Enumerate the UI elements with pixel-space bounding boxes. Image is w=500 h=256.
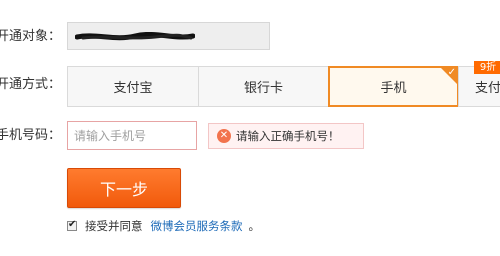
tab-mobile-label: 手机	[380, 81, 407, 96]
payment-method-tabs: 支付宝 银行卡 手机 ✓ 支付	[67, 66, 500, 107]
target-account-field	[67, 22, 270, 50]
phone-input[interactable]	[67, 121, 197, 150]
tab-alipay-label: 支付宝	[113, 81, 153, 96]
checkbox-check-icon: ✔	[68, 219, 77, 230]
agree-period: 。	[248, 219, 261, 233]
redacted-scribble	[75, 32, 195, 41]
tab-bank-card[interactable]: 银行卡	[198, 66, 329, 107]
error-message: 请输入正确手机号！	[236, 129, 340, 143]
agree-checkbox[interactable]: ✔	[67, 219, 77, 231]
error-icon: ✕	[217, 129, 231, 143]
agreement-row: ✔ 接受并同意 微博会员服务条款 。	[67, 218, 260, 234]
next-step-button[interactable]: 下一步	[67, 168, 181, 208]
tab-mobile[interactable]: 手机 ✓	[328, 66, 459, 107]
agree-text: 接受并同意	[85, 219, 143, 233]
discount-badge: 9折	[474, 61, 500, 74]
error-tip: ✕ 请输入正确手机号！	[208, 123, 364, 149]
target-label: 开通对象：	[0, 29, 62, 44]
tab-alipay[interactable]: 支付宝	[67, 66, 199, 107]
check-icon: ✓	[447, 67, 456, 78]
phone-label: 手机号码：	[0, 128, 62, 143]
tab-bank-card-label: 银行卡	[243, 81, 283, 96]
tab-other-pay-label: 支付	[475, 81, 500, 96]
terms-link[interactable]: 微博会员服务条款	[151, 218, 243, 234]
method-label: 开通方式：	[0, 77, 62, 92]
